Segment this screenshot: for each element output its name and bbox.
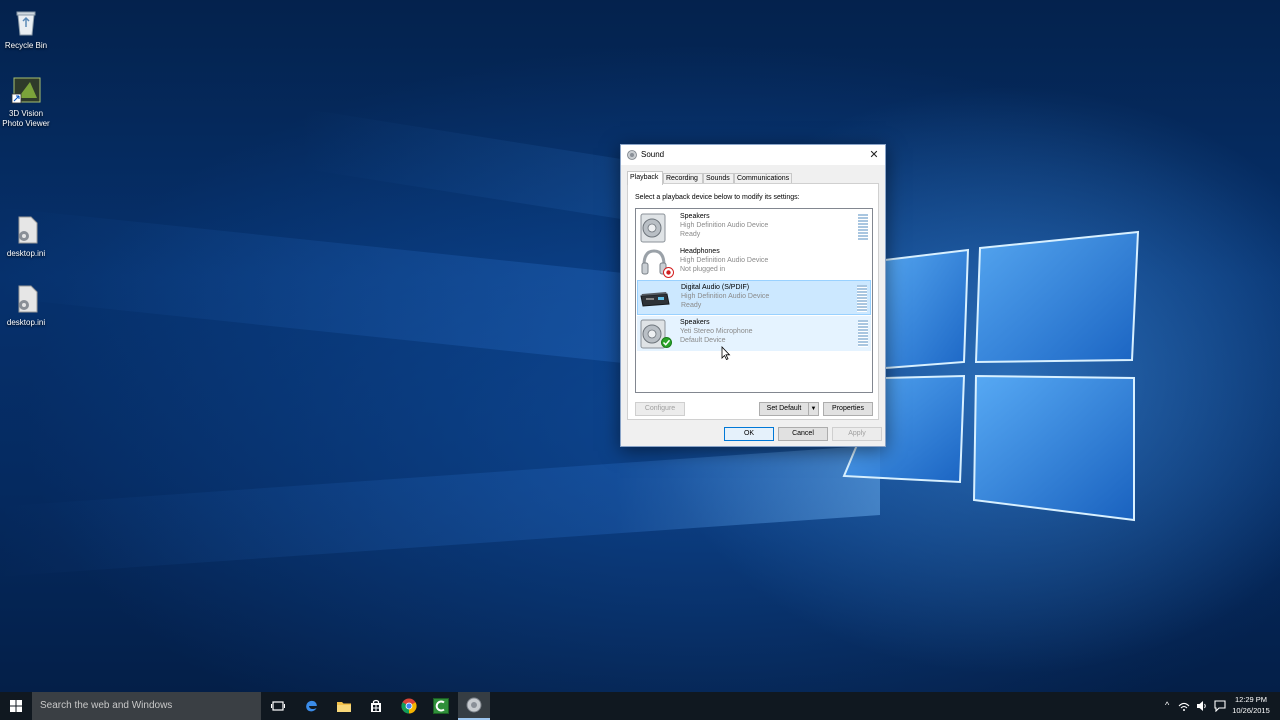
device-name: Headphones <box>680 248 720 255</box>
device-name: Digital Audio (S/PDIF) <box>681 284 750 291</box>
device-name: Speakers <box>680 213 710 220</box>
action-center-icon[interactable] <box>1214 700 1226 712</box>
search-input[interactable]: Search the web and Windows <box>32 692 261 720</box>
device-description: High Definition Audio Device <box>680 222 769 229</box>
settings-file-icon <box>10 214 42 246</box>
3d-vision-icon <box>10 74 42 106</box>
sound-icon <box>627 150 637 160</box>
set-default-label: Set Default <box>766 405 802 412</box>
desktop-icon-label: desktop.ini <box>6 249 46 258</box>
camtasia-icon <box>433 698 449 714</box>
instruction-text: Select a playback device below to modify… <box>635 194 800 201</box>
device-list[interactable]: Speakers High Definition Audio Device Re… <box>635 208 873 393</box>
properties-button[interactable]: Properties <box>823 402 873 416</box>
sound-icon <box>466 697 482 713</box>
volume-meter <box>857 285 867 312</box>
device-status: Not plugged in <box>680 266 726 273</box>
chevron-up-icon[interactable]: ^ <box>1165 700 1169 710</box>
file-explorer-icon <box>337 702 351 712</box>
settings-file-icon <box>10 283 42 315</box>
tab-playback[interactable]: Playback <box>627 171 663 185</box>
taskbar-file-explorer[interactable] <box>328 692 360 720</box>
device-name: Speakers <box>680 319 710 326</box>
task-view-button[interactable] <box>262 692 294 720</box>
not-plugged-in-badge <box>663 267 674 278</box>
device-status: Ready <box>681 302 702 309</box>
cancel-button[interactable]: Cancel <box>778 427 828 441</box>
system-clock[interactable]: 12:29 PM 10/26/2015 <box>1227 694 1275 716</box>
start-button[interactable] <box>0 692 32 720</box>
set-default-button[interactable]: Set Default ▼ <box>759 402 819 416</box>
taskbar-sound[interactable] <box>458 692 490 720</box>
desktop-icon-desktop-ini[interactable]: desktop.ini <box>0 214 52 259</box>
chevron-down-icon[interactable]: ▼ <box>808 403 818 415</box>
chrome-icon <box>401 698 417 714</box>
taskbar-edge[interactable] <box>295 692 327 720</box>
device-speakers[interactable]: Speakers High Definition Audio Device Re… <box>637 210 871 245</box>
dialog-title: Sound <box>641 150 665 159</box>
playback-tab-panel: Select a playback device below to modify… <box>627 183 879 420</box>
digital-audio-icon <box>640 292 670 307</box>
volume-meter <box>858 320 868 347</box>
device-digital-audio-spdif[interactable]: Digital Audio (S/PDIF) High Definition A… <box>637 280 871 315</box>
volume-icon[interactable] <box>1196 700 1208 712</box>
device-speakers-default[interactable]: Speakers Yeti Stereo Microphone Default … <box>637 316 871 351</box>
task-view-icon <box>271 701 285 711</box>
taskbar-camtasia[interactable] <box>425 692 457 720</box>
desktop-icon-3d-vision[interactable]: 3D Vision Photo Viewer <box>0 74 52 129</box>
close-icon[interactable]: ✕ <box>865 146 883 164</box>
windows-start-icon <box>10 700 22 712</box>
store-icon <box>371 699 381 712</box>
system-tray: ^ 12:29 PM 10/26/2015 <box>1165 692 1280 720</box>
clock-time: 12:29 PM <box>1234 695 1268 704</box>
sound-dialog: Sound ✕ Playback Recording Sounds Commun… <box>620 144 886 447</box>
taskbar-chrome[interactable] <box>393 692 425 720</box>
network-icon[interactable] <box>1178 700 1190 712</box>
configure-button[interactable]: Configure <box>635 402 685 416</box>
apply-button[interactable]: Apply <box>832 427 882 441</box>
mouse-cursor-icon <box>721 346 731 360</box>
dialog-titlebar[interactable]: Sound ✕ <box>621 145 885 165</box>
device-headphones[interactable]: Headphones High Definition Audio Device … <box>637 245 871 280</box>
ok-button[interactable]: OK <box>724 427 774 441</box>
desktop-icon-recycle-bin[interactable]: Recycle Bin <box>0 6 52 51</box>
device-description: Yeti Stereo Microphone <box>680 328 753 335</box>
taskbar: Search the web and Windows ^ 12:29 PM 10… <box>0 692 1280 720</box>
edge-icon <box>306 700 317 712</box>
taskbar-store[interactable] <box>360 692 392 720</box>
device-status: Ready <box>680 231 701 238</box>
default-device-check-badge <box>661 337 672 348</box>
desktop-icon-desktop-ini[interactable]: desktop.ini <box>0 283 52 328</box>
device-description: High Definition Audio Device <box>681 293 770 300</box>
wallpaper-light-beam <box>0 445 880 577</box>
desktop-icon-label: Recycle Bin <box>4 41 48 50</box>
recycle-bin-icon <box>10 6 42 38</box>
volume-meter <box>858 214 868 241</box>
device-status: Default Device <box>680 337 726 344</box>
desktop-icon-label: desktop.ini <box>6 318 46 327</box>
speaker-icon <box>640 213 666 243</box>
desktop-icon-label: 3D Vision Photo Viewer <box>2 109 50 128</box>
clock-date: 10/26/2015 <box>1232 706 1270 715</box>
device-description: High Definition Audio Device <box>680 257 769 264</box>
